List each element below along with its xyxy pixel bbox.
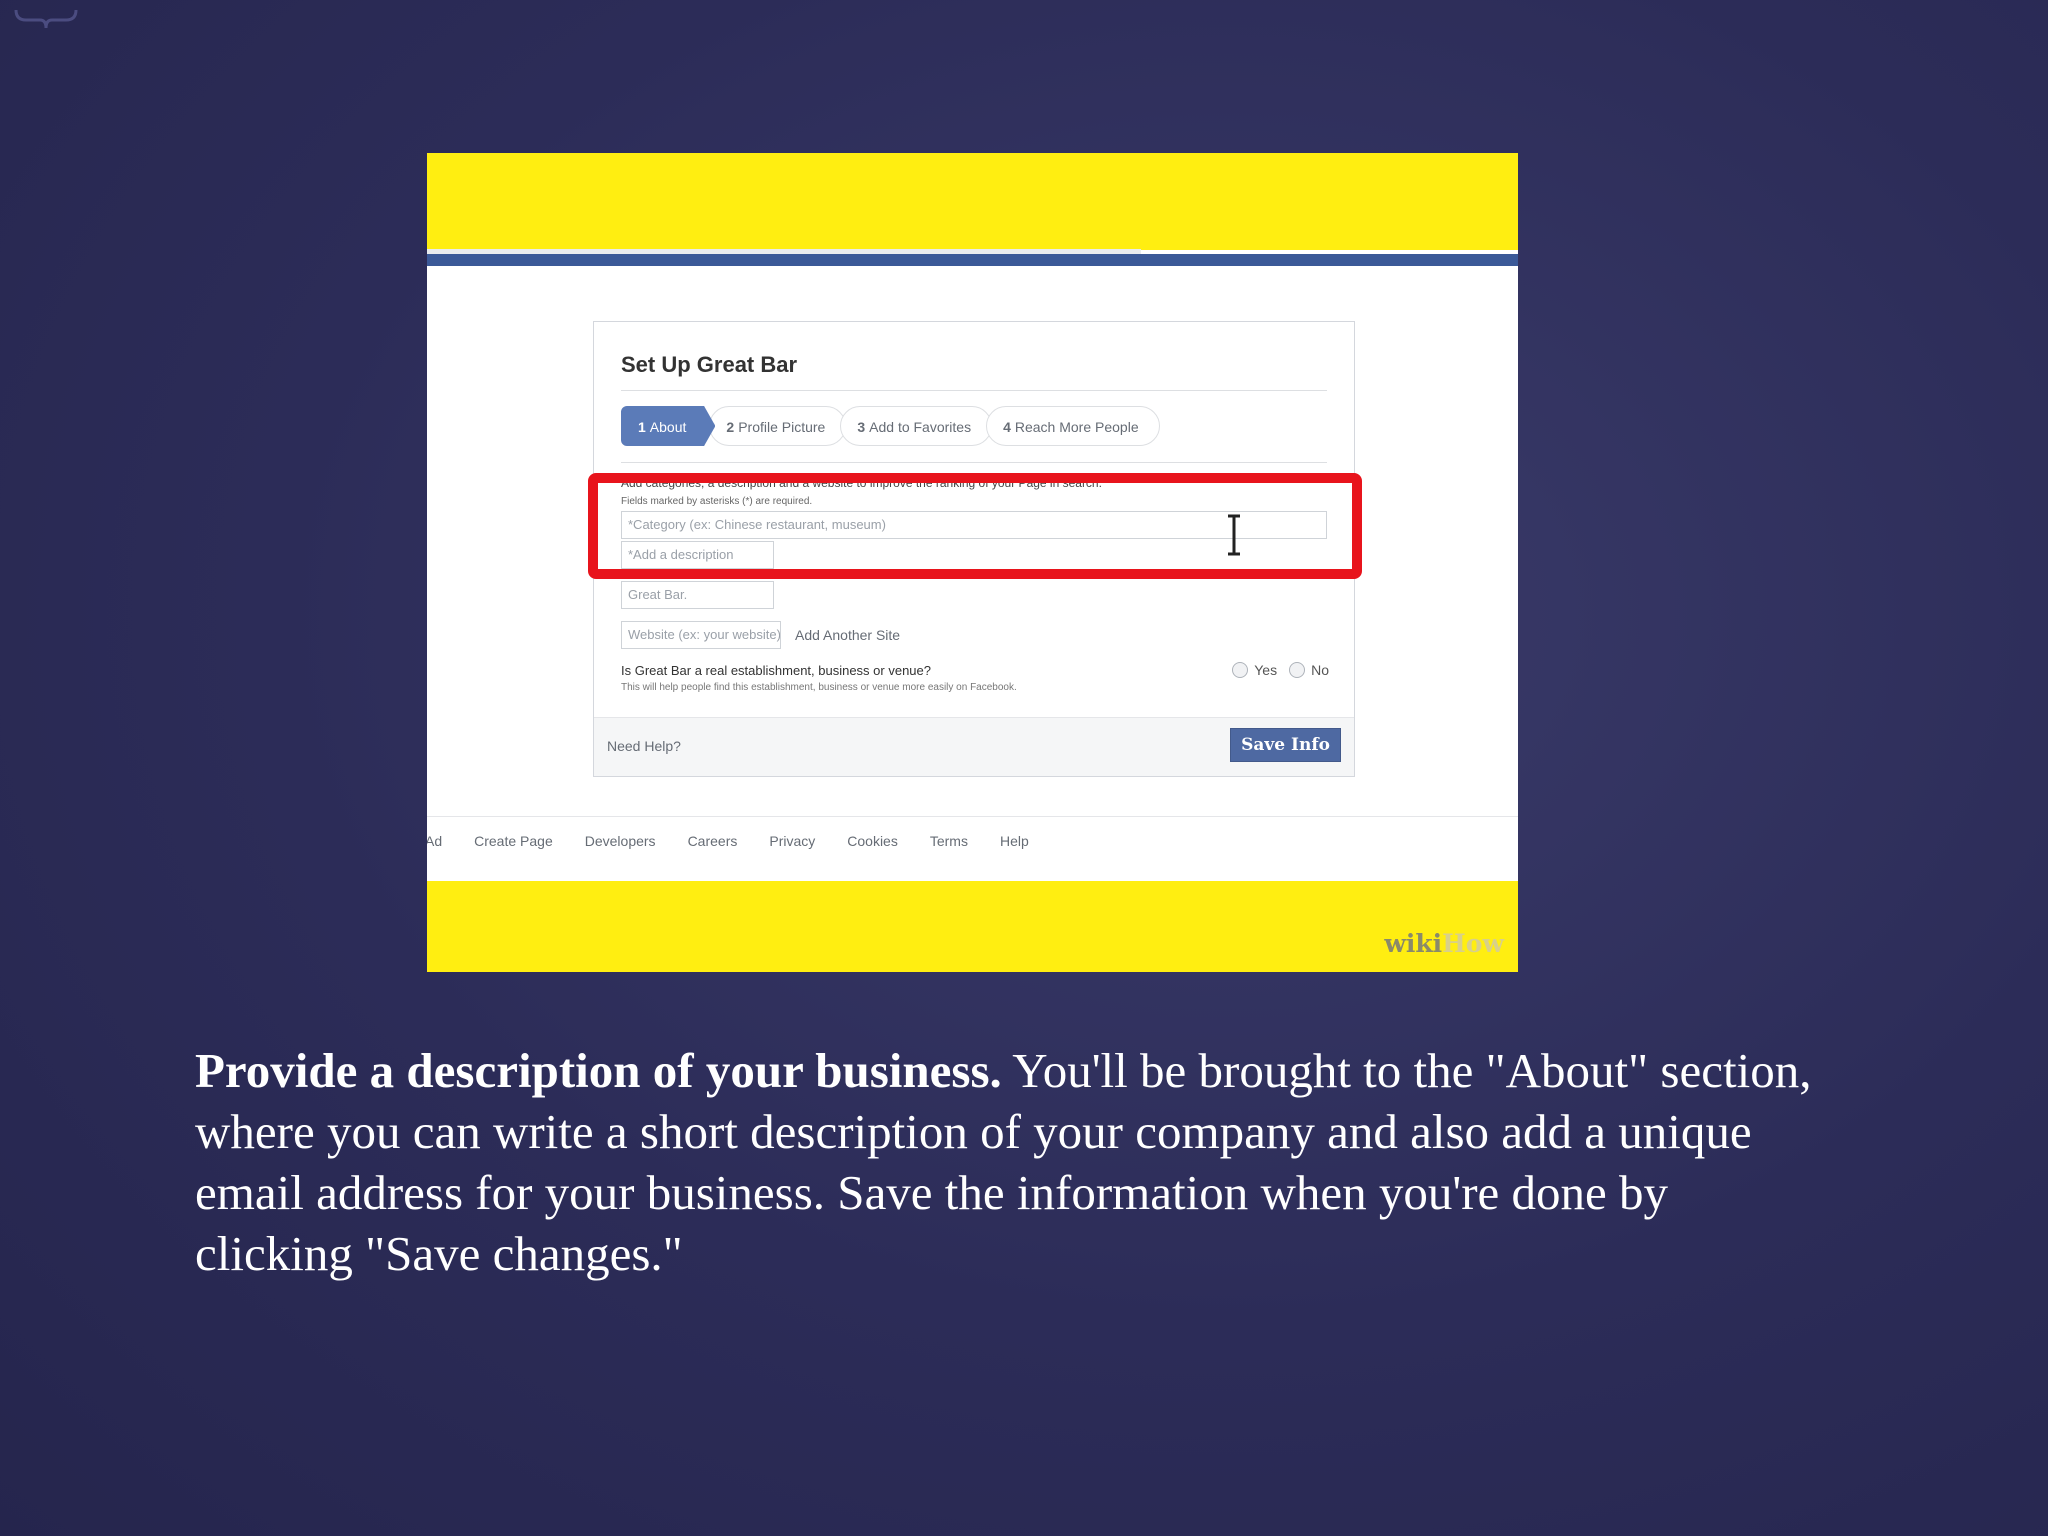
establishment-question: Is Great Bar a real establishment, busin… — [621, 663, 931, 678]
top-yellow-band — [427, 153, 1518, 250]
website-input[interactable]: Website (ex: your website) — [621, 621, 781, 649]
dialog-title: Set Up Great Bar — [621, 352, 798, 377]
footer-link-developers[interactable]: Developers — [585, 833, 656, 849]
footer-links: Ad Create Page Developers Careers Privac… — [427, 833, 1061, 849]
tutorial-screenshot: Set Up Great Bar 1 About 2 Profile Picture… — [427, 153, 1518, 972]
caption-heading: Provide a description of your business. — [195, 1043, 1002, 1098]
facebook-header-bar — [427, 249, 1518, 266]
establishment-radio-group: Yes No — [1220, 662, 1329, 678]
radio-no[interactable] — [1289, 662, 1306, 678]
dialog-footer: Need Help? Save Info — [594, 717, 1354, 776]
footer-link-cookies[interactable]: Cookies — [847, 833, 898, 849]
wikihow-logo: wikiHow — [1384, 929, 1504, 958]
footer-link-careers[interactable]: Careers — [688, 833, 738, 849]
step-add-to-favorites[interactable]: 3 Add to Favorites — [840, 406, 993, 446]
step-about[interactable]: 1 About — [621, 406, 716, 446]
setup-steps: 1 About 2 Profile Picture 3 Add to Favorite… — [621, 406, 1160, 448]
step-profile-picture[interactable]: 2 Profile Picture — [709, 406, 847, 446]
footer-divider — [427, 816, 1518, 817]
add-another-site-link[interactable]: Add Another Site — [795, 627, 900, 643]
save-info-button[interactable]: Save Info — [1230, 728, 1341, 762]
bottom-yellow-band: wikiHow — [427, 881, 1518, 972]
text-cursor-icon — [1228, 514, 1240, 556]
establishment-note: This will help people find this establis… — [621, 682, 1017, 693]
brace-decoration — [14, 9, 78, 29]
steps-divider — [621, 462, 1327, 463]
need-help-link[interactable]: Need Help? — [607, 738, 681, 754]
footer-link-ad[interactable]: Ad — [427, 833, 442, 849]
footer-link-privacy[interactable]: Privacy — [769, 833, 815, 849]
footer-link-terms[interactable]: Terms — [930, 833, 968, 849]
footer-link-create-page[interactable]: Create Page — [474, 833, 553, 849]
radio-no-label: No — [1311, 662, 1329, 678]
radio-yes[interactable] — [1232, 662, 1249, 678]
page-name-input[interactable]: Great Bar. — [621, 581, 774, 609]
footer-link-help[interactable]: Help — [1000, 833, 1029, 849]
title-divider — [621, 390, 1327, 391]
highlight-box — [588, 473, 1362, 579]
slide-caption: Provide a description of your business. … — [195, 1040, 1815, 1284]
radio-yes-label: Yes — [1254, 662, 1278, 678]
step-reach-more-people[interactable]: 4 Reach More People — [986, 406, 1160, 446]
